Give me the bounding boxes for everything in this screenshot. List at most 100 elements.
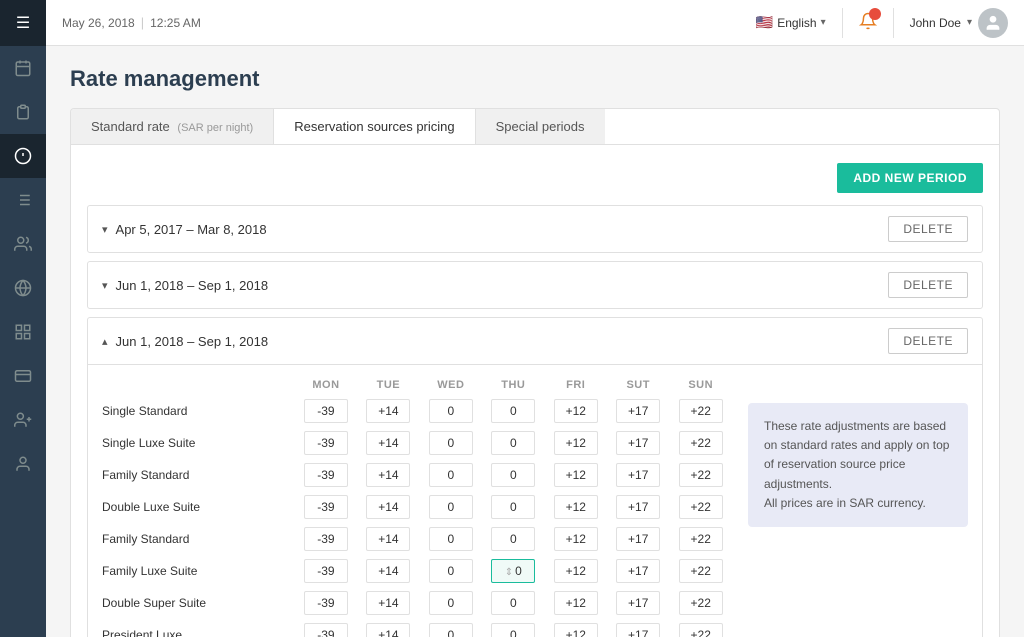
cell-tue-4[interactable]: +14 xyxy=(357,523,419,555)
tab-reservation-sources-pricing[interactable]: Reservation sources pricing xyxy=(274,109,475,144)
menu-icon[interactable]: ☰ xyxy=(16,13,30,33)
cell-wed-1[interactable]: 0 xyxy=(420,427,482,459)
cell-wed-0[interactable]: 0 xyxy=(420,395,482,427)
cell-sat-7[interactable]: +17 xyxy=(607,619,669,637)
cell-sat-6[interactable]: +17 xyxy=(607,587,669,619)
cell-wed-3[interactable]: 0 xyxy=(420,491,482,523)
topbar-time: 12:25 AM xyxy=(150,16,201,30)
info-box-text: These rate adjustments are based on stan… xyxy=(764,419,949,510)
col-sat: SUT xyxy=(607,375,669,395)
cell-thu-5[interactable]: ⇕0 xyxy=(482,555,544,587)
cell-fri-1[interactable]: +12 xyxy=(545,427,607,459)
sidebar-item-list[interactable] xyxy=(0,178,46,222)
room-name: Family Luxe Suite xyxy=(102,555,295,587)
cell-mon-7[interactable]: -39 xyxy=(295,619,357,637)
user-name: John Doe xyxy=(910,16,961,30)
cell-tue-7[interactable]: +14 xyxy=(357,619,419,637)
room-name: Family Standard xyxy=(102,459,295,491)
cell-tue-3[interactable]: +14 xyxy=(357,491,419,523)
sidebar-item-person-add[interactable] xyxy=(0,398,46,442)
cell-thu-1[interactable]: 0 xyxy=(482,427,544,459)
period-1-header[interactable]: ▾ Apr 5, 2017 – Mar 8, 2018 DELETE xyxy=(88,206,982,252)
cell-sun-7[interactable]: +22 xyxy=(669,619,732,637)
period-3-header[interactable]: ▴ Jun 1, 2018 – Sep 1, 2018 DELETE xyxy=(88,318,982,364)
tab-panel: ADD NEW PERIOD ▾ Apr 5, 2017 – Mar 8, 20… xyxy=(70,145,1000,637)
cell-mon-3[interactable]: -39 xyxy=(295,491,357,523)
cell-thu-3[interactable]: 0 xyxy=(482,491,544,523)
cell-mon-2[interactable]: -39 xyxy=(295,459,357,491)
period-row-3: ▴ Jun 1, 2018 – Sep 1, 2018 DELETE MON T… xyxy=(87,317,983,637)
cell-sat-5[interactable]: +17 xyxy=(607,555,669,587)
cell-tue-0[interactable]: +14 xyxy=(357,395,419,427)
cell-mon-6[interactable]: -39 xyxy=(295,587,357,619)
cell-mon-5[interactable]: -39 xyxy=(295,555,357,587)
cell-mon-1[interactable]: -39 xyxy=(295,427,357,459)
period-3-delete-button[interactable]: DELETE xyxy=(888,328,968,354)
cell-thu-0[interactable]: 0 xyxy=(482,395,544,427)
cell-fri-0[interactable]: +12 xyxy=(545,395,607,427)
sidebar-item-globe[interactable] xyxy=(0,266,46,310)
cell-sat-0[interactable]: +17 xyxy=(607,395,669,427)
cell-fri-6[interactable]: +12 xyxy=(545,587,607,619)
period-1-delete-button[interactable]: DELETE xyxy=(888,216,968,242)
cell-wed-7[interactable]: 0 xyxy=(420,619,482,637)
cell-sun-4[interactable]: +22 xyxy=(669,523,732,555)
sidebar-item-card[interactable] xyxy=(0,354,46,398)
cell-sat-3[interactable]: +17 xyxy=(607,491,669,523)
col-mon: MON xyxy=(295,375,357,395)
cell-fri-3[interactable]: +12 xyxy=(545,491,607,523)
period-1-toggle-icon: ▾ xyxy=(102,223,108,236)
cell-sun-1[interactable]: +22 xyxy=(669,427,732,459)
cell-sun-5[interactable]: +22 xyxy=(669,555,732,587)
room-name: Single Standard xyxy=(102,395,295,427)
cell-tue-5[interactable]: +14 xyxy=(357,555,419,587)
cell-mon-0[interactable]: -39 xyxy=(295,395,357,427)
cell-thu-6[interactable]: 0 xyxy=(482,587,544,619)
sidebar-item-clipboard[interactable] xyxy=(0,90,46,134)
cell-fri-5[interactable]: +12 xyxy=(545,555,607,587)
cell-sun-3[interactable]: +22 xyxy=(669,491,732,523)
sidebar-item-users[interactable] xyxy=(0,222,46,266)
cell-tue-1[interactable]: +14 xyxy=(357,427,419,459)
room-name: Family Standard xyxy=(102,523,295,555)
language-selector[interactable]: 🇺🇸 English ▾ xyxy=(756,14,826,31)
info-box: These rate adjustments are based on stan… xyxy=(748,403,968,527)
period-3-expanded: MON TUE WED THU FRI SUT SUN Sin xyxy=(88,364,982,637)
sidebar-item-calendar[interactable] xyxy=(0,46,46,90)
notification-bell[interactable] xyxy=(859,12,877,33)
tab-standard-rate[interactable]: Standard rate (SAR per night) xyxy=(71,109,274,144)
add-new-period-button[interactable]: ADD NEW PERIOD xyxy=(837,163,983,193)
cell-sat-1[interactable]: +17 xyxy=(607,427,669,459)
cell-sun-2[interactable]: +22 xyxy=(669,459,732,491)
cell-wed-2[interactable]: 0 xyxy=(420,459,482,491)
cell-mon-4[interactable]: -39 xyxy=(295,523,357,555)
cell-fri-2[interactable]: +12 xyxy=(545,459,607,491)
sidebar-logo[interactable]: ☰ xyxy=(0,0,46,46)
cell-wed-4[interactable]: 0 xyxy=(420,523,482,555)
user-menu[interactable]: John Doe ▾ xyxy=(910,8,1008,38)
tab-standard-rate-label: Standard rate xyxy=(91,119,170,134)
tab-special-periods[interactable]: Special periods xyxy=(476,109,605,144)
cell-fri-7[interactable]: +12 xyxy=(545,619,607,637)
cell-thu-7[interactable]: 0 xyxy=(482,619,544,637)
cell-sun-6[interactable]: +22 xyxy=(669,587,732,619)
sidebar-item-grid[interactable] xyxy=(0,310,46,354)
cell-wed-5[interactable]: 0 xyxy=(420,555,482,587)
cell-tue-6[interactable]: +14 xyxy=(357,587,419,619)
cell-thu-2[interactable]: 0 xyxy=(482,459,544,491)
table-row: Family Standard-39+1400+12+17+22 xyxy=(102,459,732,491)
period-2-label: Jun 1, 2018 – Sep 1, 2018 xyxy=(116,278,889,293)
cell-fri-4[interactable]: +12 xyxy=(545,523,607,555)
cell-sun-0[interactable]: +22 xyxy=(669,395,732,427)
cell-sat-4[interactable]: +17 xyxy=(607,523,669,555)
cell-tue-2[interactable]: +14 xyxy=(357,459,419,491)
sidebar-item-person[interactable] xyxy=(0,442,46,486)
cell-sat-2[interactable]: +17 xyxy=(607,459,669,491)
rate-table-wrap: MON TUE WED THU FRI SUT SUN Sin xyxy=(102,375,732,637)
cell-thu-4[interactable]: 0 xyxy=(482,523,544,555)
sidebar-item-rate[interactable] xyxy=(0,134,46,178)
period-2-header[interactable]: ▾ Jun 1, 2018 – Sep 1, 2018 DELETE xyxy=(88,262,982,308)
period-2-delete-button[interactable]: DELETE xyxy=(888,272,968,298)
room-name: President Luxe xyxy=(102,619,295,637)
cell-wed-6[interactable]: 0 xyxy=(420,587,482,619)
